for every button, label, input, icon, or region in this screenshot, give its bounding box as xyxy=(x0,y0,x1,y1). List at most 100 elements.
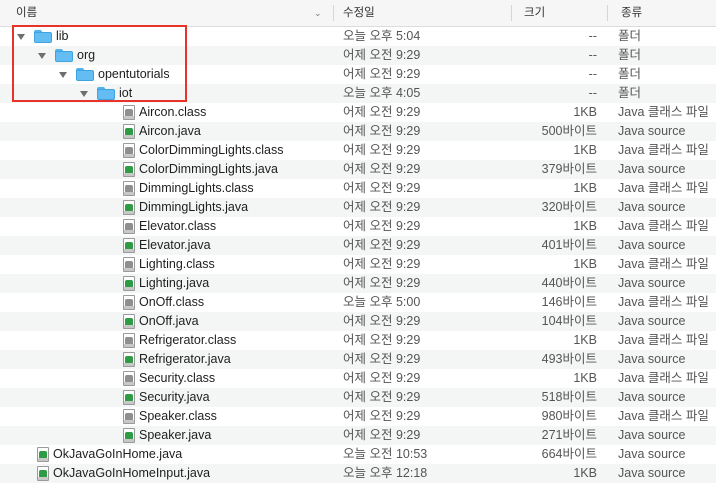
file-row[interactable]: ColorDimmingLights.java 어제 오전 9:29 379바이트 J… xyxy=(0,160,716,179)
file-row[interactable]: Speaker.class 어제 오전 9:29 980바이트 Java 클래스 파일 xyxy=(0,407,716,426)
file-kind: Java source xyxy=(618,276,686,290)
file-size: 379바이트 xyxy=(541,162,597,176)
file-name: Elevator.java xyxy=(139,238,211,252)
file-name: OnOff.java xyxy=(139,314,199,328)
class-file-icon xyxy=(123,371,135,386)
java-file-icon xyxy=(123,162,135,177)
size-column-header[interactable]: 크기 xyxy=(524,0,545,26)
modified-date: 어제 오전 9:29 xyxy=(343,352,421,366)
modified-date: 어제 오전 9:29 xyxy=(343,124,421,138)
file-kind: Java source xyxy=(618,390,686,404)
folder-icon xyxy=(55,49,73,62)
disclosure-triangle-icon[interactable] xyxy=(16,27,26,46)
folder-icon xyxy=(34,30,52,43)
class-file-icon xyxy=(123,333,135,348)
folder-row[interactable]: iot 오늘 오후 4:05 -- 폴더 xyxy=(0,84,716,103)
java-file-icon xyxy=(123,124,135,139)
date-column-header[interactable]: 수정일 xyxy=(343,0,375,26)
file-size: -- xyxy=(588,86,597,100)
modified-date: 어제 오전 9:29 xyxy=(343,200,421,214)
file-row[interactable]: Elevator.class 어제 오전 9:29 1KB Java 클래스 파일 xyxy=(0,217,716,236)
file-name: Aircon.class xyxy=(139,105,207,119)
file-kind: Java source xyxy=(618,200,686,214)
file-name: Security.class xyxy=(139,371,216,385)
file-name: ColorDimmingLights.class xyxy=(139,143,284,157)
file-kind: Java 클래스 파일 xyxy=(618,257,709,271)
file-kind: 폴더 xyxy=(618,29,642,43)
disclosure-triangle-icon[interactable] xyxy=(37,46,47,65)
modified-date: 오늘 오전 10:53 xyxy=(343,447,428,461)
modified-date: 어제 오전 9:29 xyxy=(343,48,421,62)
file-kind: Java source xyxy=(618,314,686,328)
class-file-icon xyxy=(123,409,135,424)
file-size: 1KB xyxy=(573,371,597,385)
name-column-header[interactable]: 이름 xyxy=(16,0,37,26)
file-row[interactable]: Refrigerator.class 어제 오전 9:29 1KB Java 클래스 … xyxy=(0,331,716,350)
file-row[interactable]: ColorDimmingLights.class 어제 오전 9:29 1KB Jav… xyxy=(0,141,716,160)
folder-row[interactable]: org 어제 오전 9:29 -- 폴더 xyxy=(0,46,716,65)
modified-date: 어제 오전 9:29 xyxy=(343,238,421,252)
file-kind: Java 클래스 파일 xyxy=(618,295,709,309)
file-kind: Java 클래스 파일 xyxy=(618,143,709,157)
file-row[interactable]: DimmingLights.java 어제 오전 9:29 320바이트 Java s… xyxy=(0,198,716,217)
file-kind: Java source xyxy=(618,466,686,480)
file-row[interactable]: Security.class 어제 오전 9:29 1KB Java 클래스 파일 xyxy=(0,369,716,388)
file-size: 146바이트 xyxy=(541,295,597,309)
sort-descending-icon[interactable]: ⌄ xyxy=(314,0,322,26)
file-row[interactable]: Aircon.java 어제 오전 9:29 500바이트 Java source xyxy=(0,122,716,141)
file-row[interactable]: Refrigerator.java 어제 오전 9:29 493바이트 Java so… xyxy=(0,350,716,369)
file-name: Speaker.java xyxy=(139,428,212,442)
file-name: OkJavaGoInHome.java xyxy=(53,447,183,461)
modified-date: 어제 오전 9:29 xyxy=(343,257,421,271)
kind-column-header[interactable]: 종류 xyxy=(621,0,642,26)
column-divider[interactable] xyxy=(607,5,608,21)
file-kind: Java source xyxy=(618,447,686,461)
java-file-icon xyxy=(37,447,49,462)
file-size: -- xyxy=(588,48,597,62)
modified-date: 어제 오전 9:29 xyxy=(343,219,421,233)
class-file-icon xyxy=(123,143,135,158)
file-row[interactable]: OkJavaGoInHome.java 오늘 오전 10:53 664바이트 Java… xyxy=(0,445,716,464)
folder-icon xyxy=(76,68,94,81)
file-size: 271바이트 xyxy=(541,428,597,442)
class-file-icon xyxy=(123,257,135,272)
file-size: 500바이트 xyxy=(541,124,597,138)
file-row[interactable]: Aircon.class 어제 오전 9:29 1KB Java 클래스 파일 xyxy=(0,103,716,122)
disclosure-triangle-icon[interactable] xyxy=(79,84,89,103)
file-row[interactable]: Speaker.java 어제 오전 9:29 271바이트 Java source xyxy=(0,426,716,445)
file-size: 1KB xyxy=(573,466,597,480)
java-file-icon xyxy=(123,428,135,443)
file-name: DimmingLights.class xyxy=(139,181,254,195)
file-row[interactable]: Elevator.java 어제 오전 9:29 401바이트 Java source xyxy=(0,236,716,255)
column-divider[interactable] xyxy=(333,5,334,21)
file-kind: Java source xyxy=(618,428,686,442)
folder-row[interactable]: opentutorials 어제 오전 9:29 -- 폴더 xyxy=(0,65,716,84)
column-divider[interactable] xyxy=(511,5,512,21)
file-size: -- xyxy=(588,67,597,81)
file-row[interactable]: Lighting.class 어제 오전 9:29 1KB Java 클래스 파일 xyxy=(0,255,716,274)
modified-date: 어제 오전 9:29 xyxy=(343,390,421,404)
file-name: Lighting.java xyxy=(139,276,210,290)
file-row[interactable]: DimmingLights.class 어제 오전 9:29 1KB Java 클래스… xyxy=(0,179,716,198)
class-file-icon xyxy=(123,181,135,196)
disclosure-triangle-icon[interactable] xyxy=(58,65,68,84)
file-row[interactable]: OnOff.java 어제 오전 9:29 104바이트 Java source xyxy=(0,312,716,331)
modified-date: 어제 오전 9:29 xyxy=(343,333,421,347)
modified-date: 오늘 오후 5:00 xyxy=(343,295,421,309)
file-row[interactable]: Security.java 어제 오전 9:29 518바이트 Java source xyxy=(0,388,716,407)
file-name: iot xyxy=(119,86,133,100)
file-name: Lighting.class xyxy=(139,257,215,271)
file-row[interactable]: OkJavaGoInHomeInput.java 오늘 오후 12:18 1KB Ja… xyxy=(0,464,716,483)
java-file-icon xyxy=(123,390,135,405)
file-name: OkJavaGoInHomeInput.java xyxy=(53,466,211,480)
file-kind: Java source xyxy=(618,352,686,366)
file-size: 1KB xyxy=(573,143,597,157)
folder-row[interactable]: lib 오늘 오후 5:04 -- 폴더 xyxy=(0,27,716,46)
file-row[interactable]: Lighting.java 어제 오전 9:29 440바이트 Java source xyxy=(0,274,716,293)
file-size: 1KB xyxy=(573,219,597,233)
file-size: 320바이트 xyxy=(541,200,597,214)
file-kind: Java source xyxy=(618,124,686,138)
file-row[interactable]: OnOff.class 오늘 오후 5:00 146바이트 Java 클래스 파일 xyxy=(0,293,716,312)
file-size: 1KB xyxy=(573,105,597,119)
file-name: DimmingLights.java xyxy=(139,200,249,214)
